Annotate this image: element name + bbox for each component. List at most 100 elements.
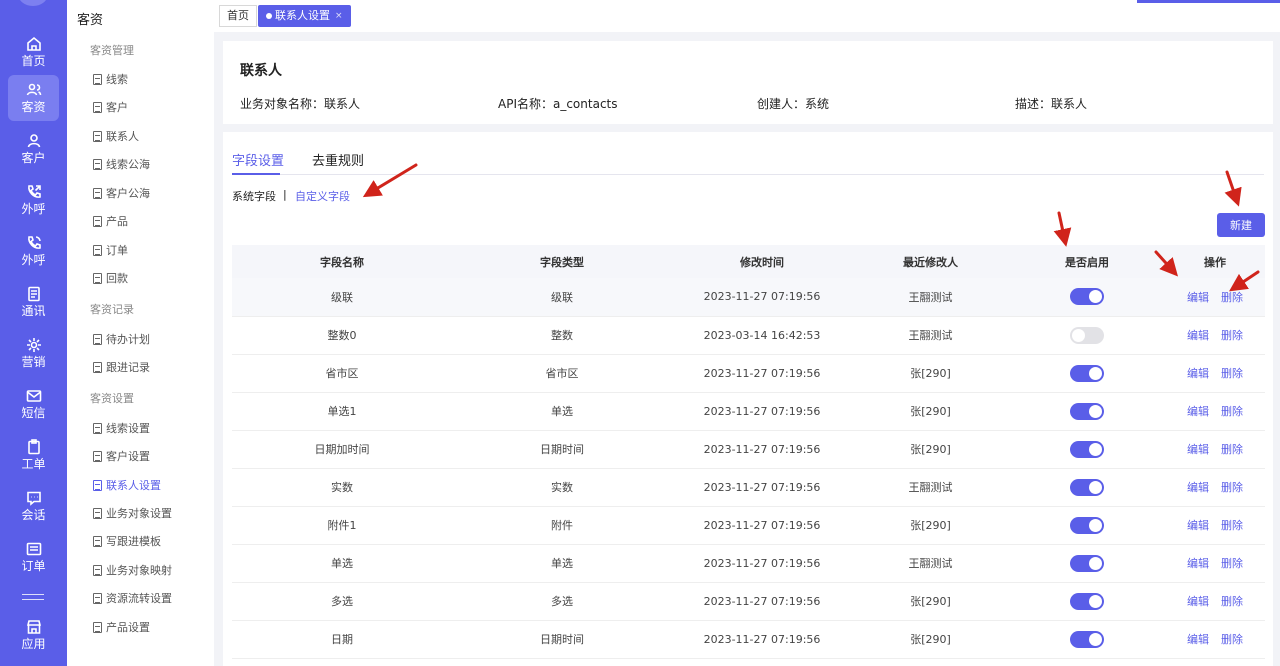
field-name-cell: 单选 (232, 544, 452, 583)
modified-time-cell: 2023-11-27 07:19:56 (672, 430, 852, 469)
rail-item-outbound-2[interactable]: 外呼 (8, 228, 59, 274)
subnav-item-product[interactable]: 产品 (93, 213, 128, 229)
modified-time-cell: 2023-11-27 07:19:56 (672, 392, 852, 431)
delete-link[interactable]: 删除 (1221, 519, 1243, 532)
rail-item-marketing[interactable]: 营销 (8, 330, 59, 376)
field-name-cell: 单选1 (232, 392, 452, 431)
rail-item-chat[interactable]: 会话 (8, 483, 59, 529)
delete-link[interactable]: 删除 (1221, 557, 1243, 570)
clipboard-icon (27, 439, 40, 455)
subnav-item-followup-template[interactable]: 写跟进模板 (93, 533, 161, 549)
delete-link[interactable]: 删除 (1221, 405, 1243, 418)
edit-link[interactable]: 编辑 (1187, 595, 1209, 608)
delete-link[interactable]: 删除 (1221, 329, 1243, 342)
edit-link[interactable]: 编辑 (1187, 329, 1209, 342)
column-header: 字段类型 (452, 245, 672, 278)
document-icon (93, 479, 102, 491)
document-icon (93, 272, 102, 284)
subnav-item-lead-settings[interactable]: 线索设置 (93, 420, 150, 436)
delete-link[interactable]: 删除 (1221, 291, 1243, 304)
subnav-item-contacts[interactable]: 联系人 (93, 128, 139, 144)
edit-link[interactable]: 编辑 (1187, 405, 1209, 418)
subnav-group-label: 客资管理 (90, 44, 134, 57)
field-type-cell: 实数 (452, 468, 672, 507)
system-fields-link[interactable]: 系统字段 (232, 188, 276, 204)
rail-item-contacts[interactable]: 通讯 (8, 279, 59, 325)
enabled-toggle[interactable] (1070, 630, 1104, 648)
edit-link[interactable]: 编辑 (1187, 557, 1209, 570)
subnav-item-customer[interactable]: 客户 (93, 99, 128, 115)
table-row: 级联 级联 2023-11-27 07:19:56 王翮测试 编辑 删除 (232, 278, 1265, 317)
delete-link[interactable]: 删除 (1221, 367, 1243, 380)
field-type-cell: 省市区 (452, 354, 672, 393)
enabled-toggle[interactable] (1070, 516, 1104, 534)
rail-item-label: 首页 (21, 54, 46, 68)
field-type-cell: 多选 (452, 582, 672, 621)
subnav-item-resource-flow[interactable]: 资源流转设置 (93, 590, 172, 606)
customer-icon (27, 134, 40, 148)
table-row: 多选 多选 2023-11-27 07:19:56 张[290] 编辑 删除 (232, 582, 1265, 621)
rail-item-leads[interactable]: 客资 (8, 75, 59, 121)
rail-item-home[interactable]: 首页 (8, 29, 59, 75)
delete-link[interactable]: 删除 (1221, 481, 1243, 494)
rail-item-order[interactable]: 订单 (8, 534, 59, 580)
api-name-field: API名称：a_contacts (498, 97, 618, 111)
modified-time-cell: 2023-11-27 07:19:56 (672, 582, 852, 621)
actions-cell: 编辑 删除 (1165, 316, 1265, 355)
rail-item-ticket[interactable]: 工单 (8, 432, 59, 478)
rail-item-customer[interactable]: 客户 (8, 126, 59, 172)
logo (18, 0, 48, 6)
rail-item-sms[interactable]: 短信 (8, 381, 59, 427)
close-icon[interactable]: × (335, 5, 343, 27)
delete-link[interactable]: 删除 (1221, 633, 1243, 646)
enabled-toggle[interactable] (1070, 478, 1104, 496)
creator-field: 创建人：系统 (757, 97, 830, 111)
rail-item-label: 会话 (21, 508, 46, 522)
enabled-toggle[interactable] (1070, 440, 1104, 458)
subnav-item-customer-settings[interactable]: 客户设置 (93, 448, 150, 464)
subnav-item-payment[interactable]: 回款 (93, 270, 128, 286)
tab-field-settings[interactable]: 字段设置 (232, 150, 284, 169)
new-field-button[interactable]: 新建 (1217, 213, 1265, 237)
enabled-toggle[interactable] (1070, 364, 1104, 382)
modified-time-cell: 2023-11-27 07:19:56 (672, 506, 852, 545)
tab-home[interactable]: 首页 (219, 5, 257, 27)
table-row: 日期加时间 日期时间 2023-11-27 07:19:56 张[290] 编辑 删除 (232, 430, 1265, 469)
subnav-item-object-settings[interactable]: 业务对象设置 (93, 505, 172, 521)
subnav-item-contact-settings[interactable]: 联系人设置 (93, 477, 161, 493)
subnav-item-order[interactable]: 订单 (93, 242, 128, 258)
column-header: 最近修改人 (852, 245, 1009, 278)
subnav-item-todo[interactable]: 待办计划 (93, 331, 150, 347)
subnav-item-object-mapping[interactable]: 业务对象映射 (93, 562, 172, 578)
phone-call-icon (27, 236, 41, 249)
edit-link[interactable]: 编辑 (1187, 291, 1209, 304)
edit-link[interactable]: 编辑 (1187, 443, 1209, 456)
edit-link[interactable]: 编辑 (1187, 481, 1209, 494)
document-icon (93, 158, 102, 170)
subnav-item-followup[interactable]: 跟进记录 (93, 359, 150, 375)
delete-link[interactable]: 删除 (1221, 595, 1243, 608)
enabled-toggle[interactable] (1070, 402, 1104, 420)
subnav-item-lead-pool[interactable]: 线索公海 (93, 156, 150, 172)
rail-item-apps[interactable]: 应用 (8, 612, 59, 658)
subnav-item-customer-pool[interactable]: 客户公海 (93, 185, 150, 201)
edit-link[interactable]: 编辑 (1187, 367, 1209, 380)
tab-dedup-rules[interactable]: 去重规则 (312, 150, 364, 169)
subnav-item-leads[interactable]: 线索 (93, 71, 128, 87)
tab-contact-settings[interactable]: 联系人设置 × (258, 5, 351, 27)
order-icon (26, 542, 41, 556)
field-type-cell: 日期时间 (452, 620, 672, 659)
edit-link[interactable]: 编辑 (1187, 633, 1209, 646)
subnav-item-product-settings[interactable]: 产品设置 (93, 619, 150, 635)
custom-fields-link[interactable]: 自定义字段 (295, 188, 350, 204)
enabled-toggle[interactable] (1070, 554, 1104, 572)
enabled-toggle[interactable] (1070, 592, 1104, 610)
document-icon (93, 621, 102, 633)
modified-time-cell: 2023-11-27 07:19:56 (672, 468, 852, 507)
rail-item-outbound[interactable]: 外呼 (8, 177, 59, 223)
enabled-toggle[interactable] (1070, 288, 1104, 306)
last-modifier-cell: 张[290] (852, 620, 1009, 659)
edit-link[interactable]: 编辑 (1187, 519, 1209, 532)
delete-link[interactable]: 删除 (1221, 443, 1243, 456)
enabled-toggle[interactable] (1070, 326, 1104, 344)
